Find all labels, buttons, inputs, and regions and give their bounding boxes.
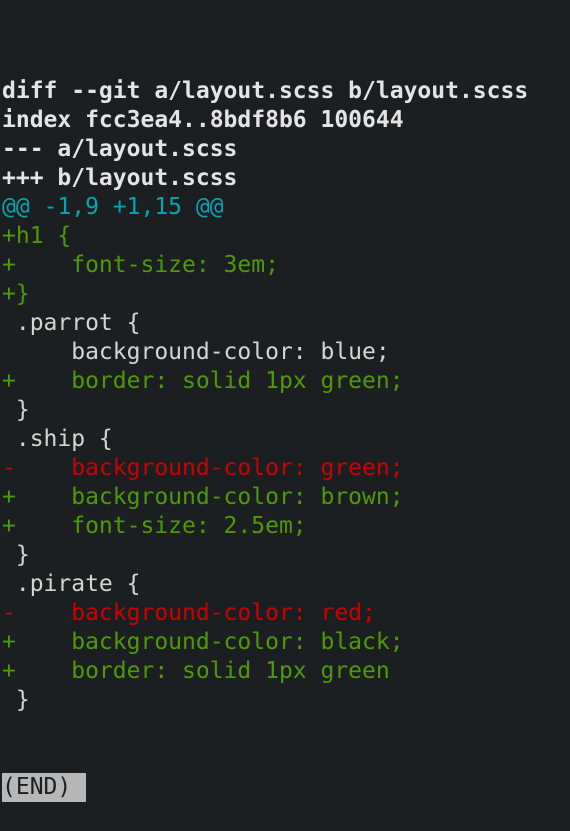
diff-line-del: - background-color: red; — [2, 600, 376, 626]
diff-line-ctx: } — [2, 397, 30, 423]
diff-line-add: + border: solid 1px green — [2, 658, 390, 684]
diff-output: diff --git a/layout.scss b/layout.scss in… — [0, 77, 570, 715]
diff-line-ctx: .pirate { — [2, 571, 141, 597]
diff-line-add: +h1 { — [2, 223, 72, 249]
diff-line-ctx: } — [2, 687, 30, 713]
diff-line-header: +++ b/layout.scss — [2, 165, 238, 191]
diff-line-hunk: @@ -1,9 +1,15 @@ — [2, 194, 224, 220]
diff-line-header: --- a/layout.scss — [2, 136, 238, 162]
diff-line-add: +} — [2, 281, 30, 307]
diff-line-ctx: .parrot { — [2, 310, 141, 336]
terminal-window[interactable]: diff --git a/layout.scss b/layout.scss in… — [0, 0, 570, 802]
diff-line-header: diff --git a/layout.scss b/layout.scss — [2, 78, 529, 104]
diff-line-del: - background-color: green; — [2, 455, 404, 481]
diff-line-add: + background-color: black; — [2, 629, 404, 655]
diff-line-ctx: background-color: blue; — [2, 339, 390, 365]
diff-line-add: + font-size: 2.5em; — [2, 513, 307, 539]
pager-end-indicator: (END) — [2, 773, 87, 802]
diff-line-header: index fcc3ea4..8bdf8b6 100644 — [2, 107, 404, 133]
diff-line-ctx: .ship { — [2, 426, 113, 452]
diff-line-add: + background-color: brown; — [2, 484, 404, 510]
diff-line-ctx: } — [2, 542, 30, 568]
pager-status-line: (END) — [0, 773, 570, 802]
diff-line-add: + font-size: 3em; — [2, 252, 279, 278]
diff-line-add: + border: solid 1px green; — [2, 368, 404, 394]
